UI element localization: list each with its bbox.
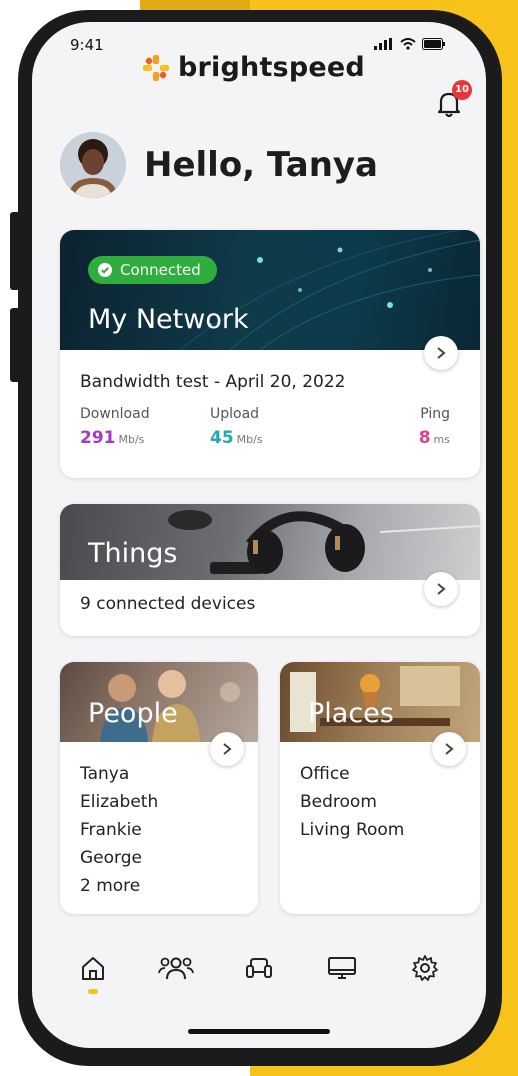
things-subtitle: 9 connected devices <box>80 594 256 614</box>
metric-label: Download <box>80 406 150 422</box>
avatar[interactable] <box>60 132 126 198</box>
list-item: Office <box>300 764 350 784</box>
people-card-title: People <box>88 698 178 729</box>
metric-unit: ms <box>433 433 450 446</box>
things-card[interactable]: Things 9 connected devices <box>60 504 480 636</box>
brand-name: brightspeed <box>178 52 365 83</box>
nav-home[interactable] <box>71 946 115 994</box>
status-icons <box>374 38 446 50</box>
things-card-title: Things <box>88 538 178 569</box>
chevron-right-icon <box>437 583 446 595</box>
check-circle-icon <box>98 263 112 277</box>
nav-places[interactable] <box>320 946 364 990</box>
people-icon <box>158 957 195 980</box>
couch-icon <box>245 958 272 978</box>
bandwidth-section: Bandwidth test - April 20, 2022 Download… <box>60 350 480 448</box>
network-card[interactable]: Connected My Network Bandwidth test - Ap… <box>60 230 480 478</box>
brightspeed-logo-icon <box>143 54 169 81</box>
metric-ping: Ping 8 ms <box>340 406 450 448</box>
active-indicator <box>88 989 99 994</box>
metric-upload: Upload 45 Mb/s <box>210 406 340 448</box>
list-item: Bedroom <box>300 792 377 812</box>
home-indicator <box>188 1029 330 1034</box>
bandwidth-title: Bandwidth test - April 20, 2022 <box>80 372 346 392</box>
connected-badge: Connected <box>88 256 217 284</box>
places-card[interactable]: Places Office Bedroom Living Room <box>280 662 480 914</box>
status-time: 9:41 <box>70 36 104 54</box>
app-screen: 9:41 brightspeed 10 Hello, Tanya Connect… <box>32 22 486 1048</box>
places-arrow-button[interactable] <box>432 732 466 766</box>
places-card-image: Places <box>280 662 480 742</box>
people-card-image: People <box>60 662 258 742</box>
nav-things[interactable] <box>237 946 281 990</box>
list-item: Living Room <box>300 820 405 840</box>
list-item: 2 more <box>80 876 141 896</box>
things-card-image: Things <box>60 504 480 580</box>
bottom-nav <box>32 938 486 998</box>
metric-unit: Mb/s <box>236 433 263 446</box>
list-item: Elizabeth <box>80 792 159 812</box>
user-avatar <box>60 132 126 198</box>
metric-label: Upload <box>210 406 260 422</box>
metric-value: 291 Mb/s <box>80 428 210 448</box>
metric-download: Download 291 Mb/s <box>80 406 210 448</box>
nav-settings[interactable] <box>403 946 447 990</box>
network-card-image: Connected My Network <box>60 230 480 350</box>
volume-down-button <box>10 308 20 382</box>
metric-number: 8 <box>418 428 431 448</box>
battery-icon <box>422 38 445 50</box>
list-item: Frankie <box>80 820 142 840</box>
list-item: George <box>80 848 142 868</box>
people-card[interactable]: People Tanya Elizabeth Frankie George 2 … <box>60 662 258 914</box>
people-list: Tanya Elizabeth Frankie George 2 more <box>60 742 258 914</box>
things-arrow-button[interactable] <box>424 572 458 606</box>
wifi-icon <box>400 38 416 50</box>
chevron-right-icon <box>223 743 232 755</box>
notifications-button[interactable]: 10 <box>432 80 472 120</box>
nav-people[interactable] <box>154 946 198 990</box>
brand-logo: brightspeed <box>142 52 365 83</box>
home-icon <box>82 957 105 980</box>
bandwidth-metrics: Download 291 Mb/s Upload 45 Mb/s Ping 8 ms <box>80 406 460 448</box>
metric-value: 45 Mb/s <box>210 428 340 448</box>
gear-icon <box>411 955 438 981</box>
notification-badge: 10 <box>452 80 472 100</box>
list-item: Tanya <box>80 764 130 784</box>
places-card-title: Places <box>308 698 394 729</box>
greeting: Hello, Tanya <box>60 132 378 198</box>
metric-label: Ping <box>420 406 450 422</box>
monitor-icon <box>327 957 356 979</box>
chevron-right-icon <box>437 347 446 359</box>
chevron-right-icon <box>445 743 454 755</box>
greeting-text: Hello, Tanya <box>144 145 378 185</box>
metric-number: 45 <box>210 428 234 448</box>
signal-icon <box>374 38 392 50</box>
people-arrow-button[interactable] <box>210 732 244 766</box>
network-arrow-button[interactable] <box>424 336 458 370</box>
connected-label: Connected <box>120 261 201 279</box>
metric-unit: Mb/s <box>118 433 145 446</box>
metric-number: 291 <box>80 428 116 448</box>
network-card-title: My Network <box>88 304 249 335</box>
metric-value: 8 ms <box>340 428 450 448</box>
volume-up-button <box>10 212 20 290</box>
